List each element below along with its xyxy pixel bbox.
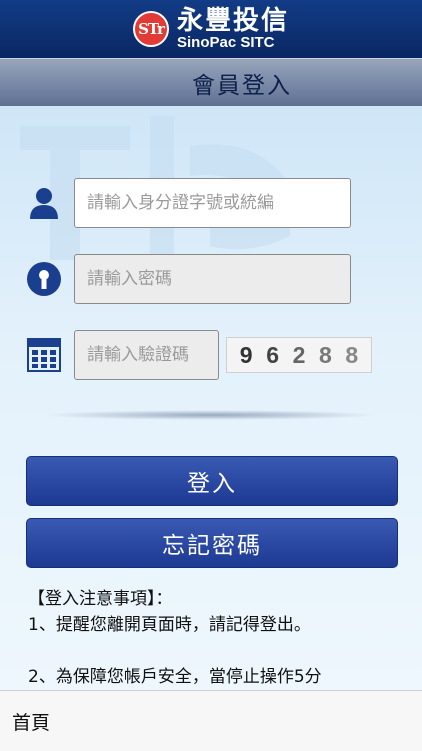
password-row (0, 254, 422, 304)
brand-name-en: SinoPac SITC (176, 34, 275, 51)
page-title: 會員登入 (192, 73, 292, 99)
captcha-digit: 9 (239, 341, 253, 368)
divider (44, 410, 378, 420)
login-content: 9 6 2 8 8 登入 忘記密碼 【登入注意事項】： 1、提醒您離開頁面時，請… (0, 106, 422, 690)
brand-name: 永豐投信 SinoPac SITC (177, 7, 289, 51)
notes-heading: 【登入注意事項】： (28, 589, 173, 609)
login-button[interactable]: 登入 (26, 456, 398, 506)
login-notes: 【登入注意事項】： 1、提醒您離開頁面時，請記得登出。 2、為保障您帳戶安全，當… (28, 586, 398, 690)
id-row (0, 178, 422, 228)
brand-name-cn: 永豐投信 (176, 6, 289, 36)
user-icon (26, 185, 62, 221)
id-input[interactable] (74, 178, 351, 228)
sinopac-logo-icon: STr (132, 11, 169, 47)
captcha-image[interactable]: 9 6 2 8 8 (226, 337, 372, 373)
calculator-icon (26, 337, 62, 373)
captcha-digit: 8 (318, 341, 332, 368)
captcha-input[interactable] (74, 330, 219, 380)
captcha-digit: 8 (345, 341, 359, 368)
captcha-digit: 6 (266, 341, 279, 368)
password-input[interactable] (74, 254, 351, 304)
forgot-password-button[interactable]: 忘記密碼 (26, 518, 398, 568)
notes-item-2: 2、為保障您帳戶安全，當停止操作5分 (28, 667, 322, 687)
brand-header: STr 永豐投信 SinoPac SITC (0, 0, 422, 58)
notes-item-1: 1、提醒您離開頁面時，請記得登出。 (28, 615, 311, 635)
bottom-nav: 首頁 (0, 690, 422, 751)
captcha-row: 9 6 2 8 8 (0, 330, 422, 380)
home-link[interactable]: 首頁 (12, 708, 50, 735)
title-bar: 會員登入 (0, 58, 422, 107)
captcha-digit: 2 (292, 341, 306, 368)
keyhole-icon (26, 261, 62, 297)
